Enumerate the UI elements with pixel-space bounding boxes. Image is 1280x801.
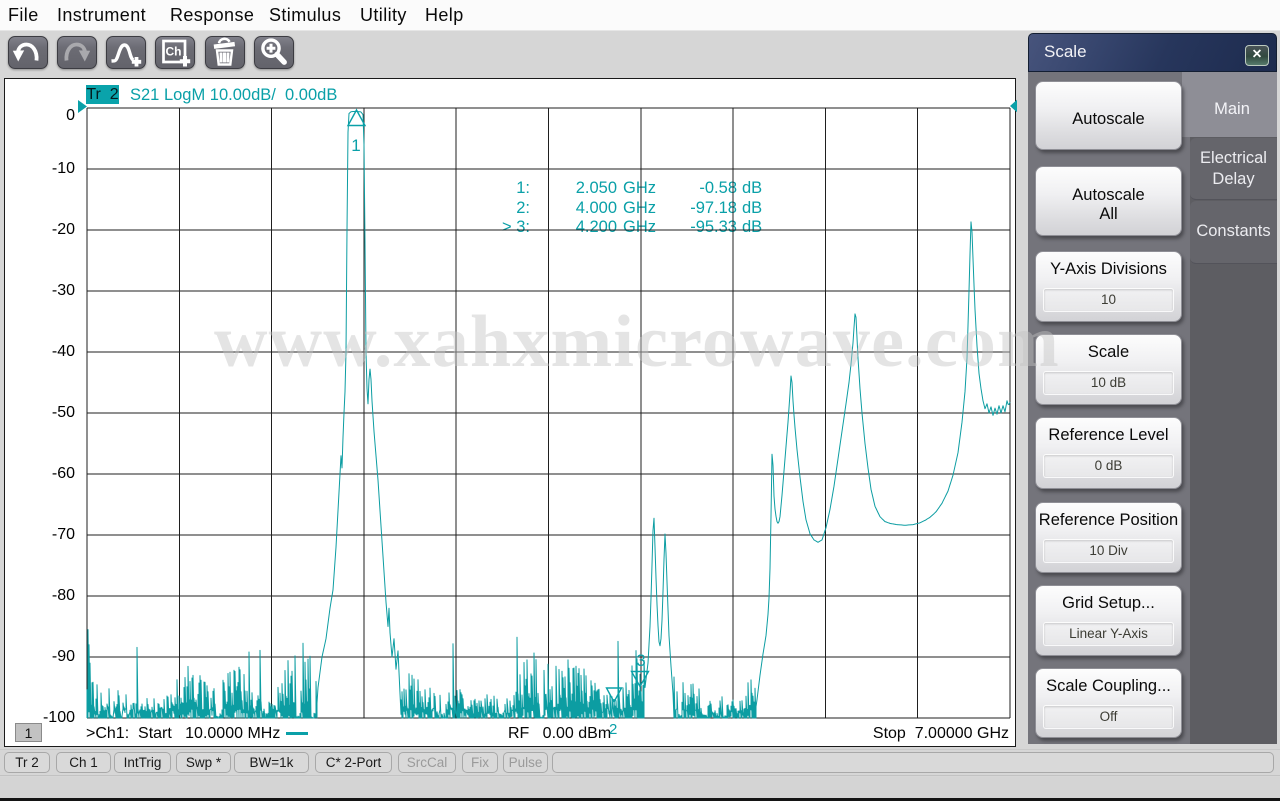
svg-text:3: 3 [636, 651, 645, 670]
svg-text:1: 1 [351, 136, 360, 155]
svg-text:Ch: Ch [166, 45, 182, 59]
